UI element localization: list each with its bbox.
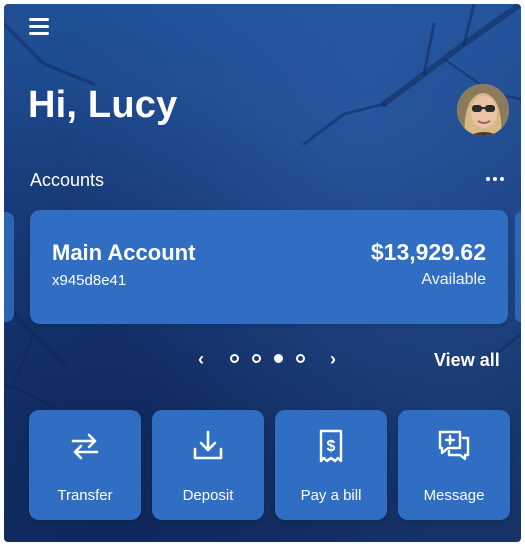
pager-dot-2[interactable] xyxy=(252,354,261,363)
action-label: Transfer xyxy=(57,487,113,504)
bill-dollar-icon: $ xyxy=(319,429,343,463)
transfer-arrows-icon xyxy=(71,433,99,460)
avatar-image xyxy=(457,84,509,136)
deposit-download-icon xyxy=(193,430,223,460)
account-balance: $13,929.62 xyxy=(370,239,486,265)
app-screen: Hi, Lucy Accounts Main Account x945d8e41… xyxy=(4,4,521,542)
account-number: x945d8e41 xyxy=(52,272,127,289)
more-options-button[interactable] xyxy=(484,170,506,188)
action-label: Deposit xyxy=(182,487,234,504)
balance-label: Available xyxy=(421,271,486,288)
message-button[interactable]: Message xyxy=(398,410,510,520)
previous-account-card-edge[interactable] xyxy=(4,212,14,322)
account-name: Main Account xyxy=(52,240,196,265)
svg-text:$: $ xyxy=(327,438,336,455)
menu-button[interactable] xyxy=(26,14,52,38)
message-plus-icon xyxy=(438,430,470,461)
accounts-section-title: Accounts xyxy=(30,170,105,190)
chevron-left-icon[interactable]: ‹ xyxy=(198,348,204,370)
action-label: Pay a bill xyxy=(300,487,362,504)
next-account-card-edge[interactable] xyxy=(515,212,521,322)
chevron-right-icon[interactable]: › xyxy=(330,348,336,370)
pay-bill-button[interactable]: $ Pay a bill xyxy=(275,410,387,520)
deposit-button[interactable]: Deposit xyxy=(152,410,264,520)
account-pager: ‹ › xyxy=(196,348,346,370)
pager-dot-1[interactable] xyxy=(230,354,239,363)
hamburger-menu-icon xyxy=(29,18,49,21)
view-all-link[interactable]: View all xyxy=(434,350,500,371)
user-avatar[interactable] xyxy=(457,84,509,136)
greeting-title: Hi, Lucy xyxy=(28,84,178,126)
action-label: Message xyxy=(423,487,485,504)
pager-dot-4[interactable] xyxy=(296,354,305,363)
main-account-card[interactable]: Main Account x945d8e41 $13,929.62 Availa… xyxy=(30,210,508,324)
transfer-button[interactable]: Transfer xyxy=(29,410,141,520)
pager-dot-3[interactable] xyxy=(274,354,283,363)
